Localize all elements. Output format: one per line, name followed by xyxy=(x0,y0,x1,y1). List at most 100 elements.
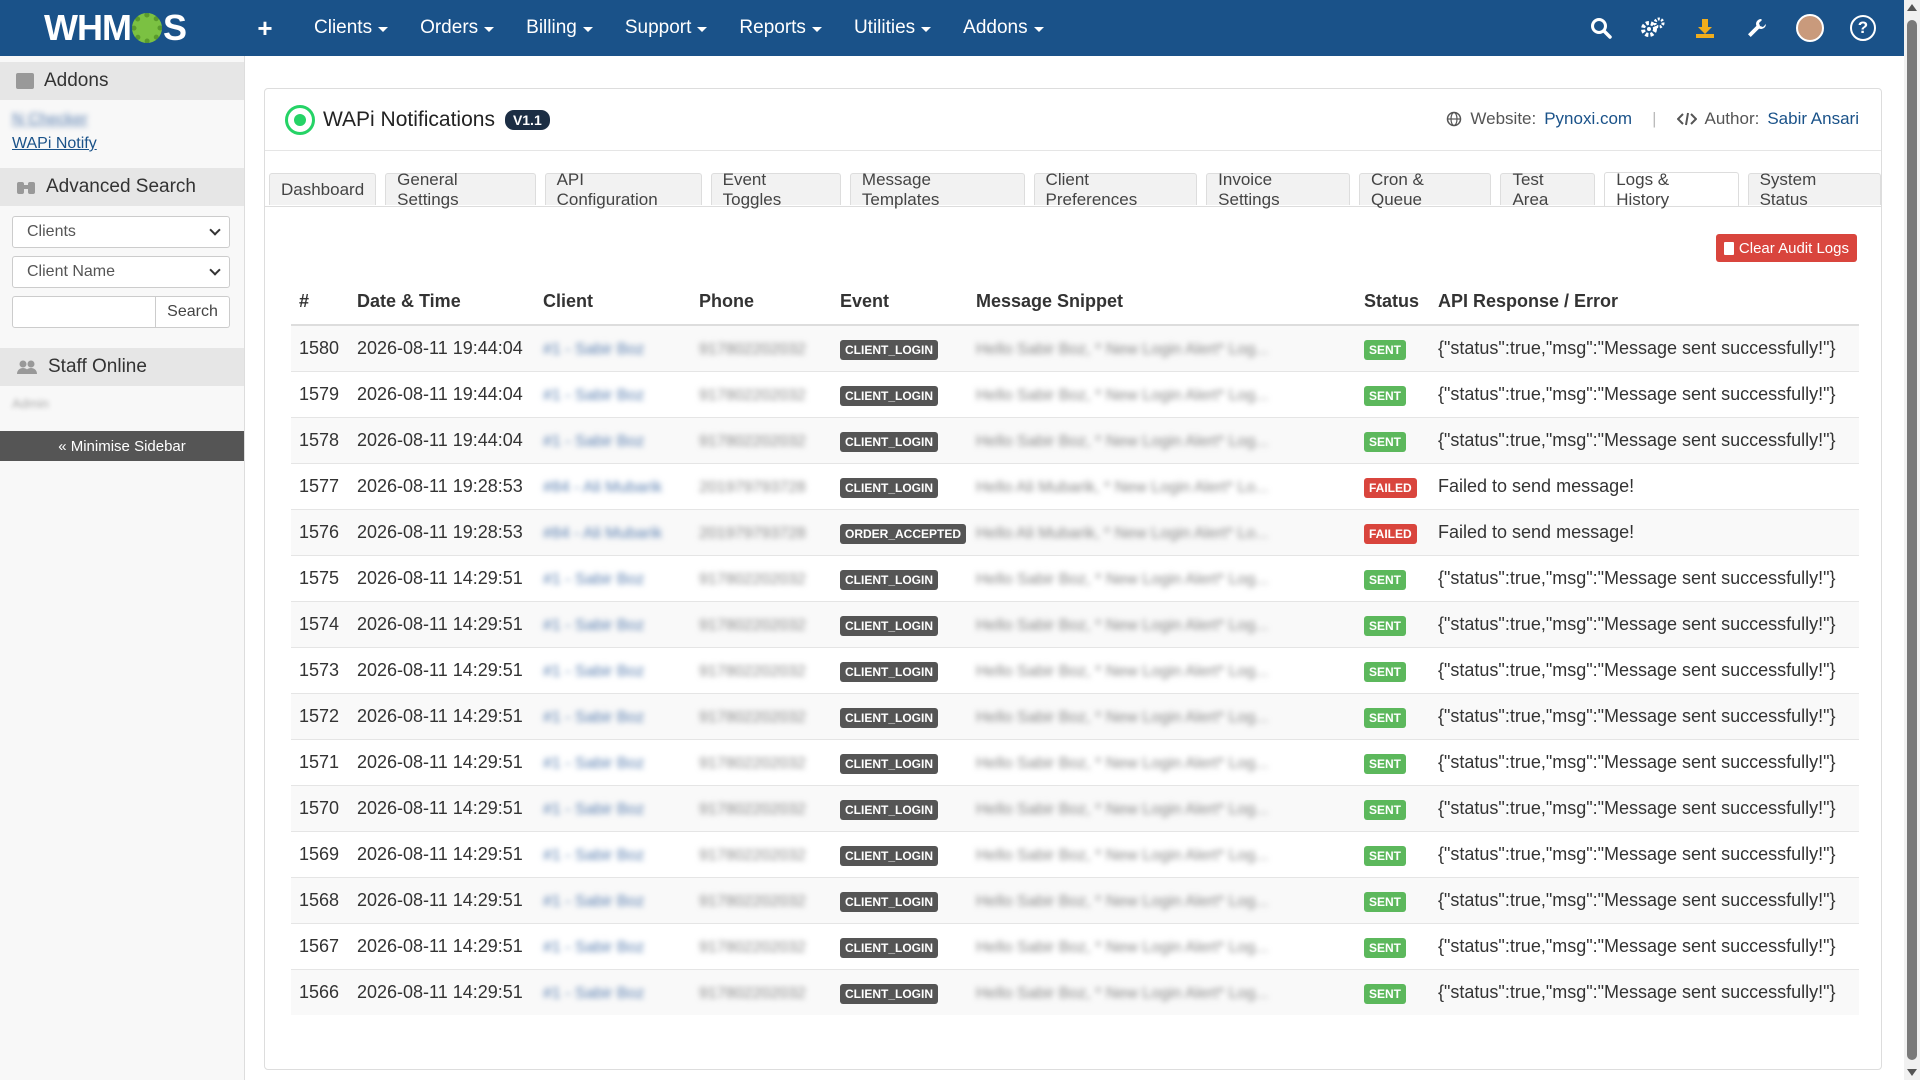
clear-audit-logs-button[interactable]: Clear Audit Logs xyxy=(1715,234,1857,262)
search-input[interactable] xyxy=(12,296,156,328)
col-response[interactable]: API Response / Error xyxy=(1430,279,1859,326)
client-link[interactable]: #1 - Sabir Boz xyxy=(543,985,644,1002)
scroll-up-icon[interactable] xyxy=(1907,4,1917,11)
tab-system-status[interactable]: System Status xyxy=(1747,170,1881,209)
cell-phone: 917802202032 xyxy=(691,692,832,739)
search-icon[interactable] xyxy=(1588,15,1614,41)
client-link[interactable]: #1 - Sabir Boz xyxy=(543,617,644,634)
tab-test-area[interactable]: Test Area xyxy=(1500,170,1596,209)
main-nav: Clients Orders Billing Support Reports U… xyxy=(298,0,1060,56)
cell-status: FAILED xyxy=(1356,508,1430,555)
website-link[interactable]: Pynoxi.com xyxy=(1544,109,1632,129)
cell-message: Hello Sabir Boz, * New Login Alert* Log.… xyxy=(968,600,1356,647)
cell-phone: 917802202032 xyxy=(691,830,832,877)
nav-orders[interactable]: Orders xyxy=(404,0,510,56)
event-badge: CLIENT_LOGIN xyxy=(840,799,939,820)
col-client[interactable]: Client xyxy=(535,279,691,326)
search-button[interactable]: Search xyxy=(156,296,230,328)
col-id[interactable]: # xyxy=(291,279,349,326)
nav-clients[interactable]: Clients xyxy=(298,0,404,56)
client-link[interactable]: #84 - Ali Mubarik xyxy=(543,525,662,542)
search-field-select[interactable]: Client Name xyxy=(12,256,230,288)
cell-id: 1574 xyxy=(291,600,349,647)
cell-date: 2026-08-11 14:29:51 xyxy=(349,692,535,739)
table-row: 1578 2026-08-11 19:44:04 #1 - Sabir Boz 917… xyxy=(291,416,1859,463)
wrench-icon[interactable] xyxy=(1744,15,1770,41)
quick-add-icon[interactable]: + xyxy=(254,13,276,44)
col-date[interactable]: Date & Time xyxy=(349,279,535,326)
cell-id: 1577 xyxy=(291,462,349,509)
col-message[interactable]: Message Snippet xyxy=(968,279,1356,326)
nav-addons[interactable]: Addons xyxy=(947,0,1059,56)
client-link[interactable]: #1 - Sabir Boz xyxy=(543,755,644,772)
cell-id: 1566 xyxy=(291,968,349,1015)
message-snippet: Hello Sabir Boz, * New Login Alert* Log.… xyxy=(976,662,1269,680)
tab-cron-queue[interactable]: Cron & Queue xyxy=(1358,170,1492,209)
nav-label: Addons xyxy=(963,17,1028,38)
client-link[interactable]: #1 - Sabir Boz xyxy=(543,571,644,588)
nav-support[interactable]: Support xyxy=(609,0,724,56)
tab-event-toggles[interactable]: Event Toggles xyxy=(710,170,841,209)
sidebar: Addons N Checker WAPi Notify Advanced Se… xyxy=(0,56,245,1080)
client-link[interactable]: #1 - Sabir Boz xyxy=(543,709,644,726)
table-row: 1575 2026-08-11 14:29:51 #1 - Sabir Boz 917… xyxy=(291,554,1859,601)
addons-title: Addons xyxy=(44,70,109,91)
phone-number: 917802202032 xyxy=(699,616,806,634)
client-link[interactable]: #1 - Sabir Boz xyxy=(543,939,644,956)
nav-utilities[interactable]: Utilities xyxy=(838,0,947,56)
tab-logs-history[interactable]: Logs & History xyxy=(1604,170,1739,209)
tab-invoice-settings[interactable]: Invoice Settings xyxy=(1206,170,1350,209)
binoculars-icon xyxy=(17,182,35,194)
author-link[interactable]: Sabir Ansari xyxy=(1767,109,1859,129)
table-row: 1574 2026-08-11 14:29:51 #1 - Sabir Boz 917… xyxy=(291,600,1859,647)
cell-date: 2026-08-11 19:28:53 xyxy=(349,508,535,555)
cell-phone: 201979793728 xyxy=(691,462,832,509)
tab-message-templates[interactable]: Message Templates xyxy=(849,170,1025,209)
client-link[interactable]: #1 - Sabir Boz xyxy=(543,663,644,680)
message-snippet: Hello Sabir Boz, * New Login Alert* Log.… xyxy=(976,754,1269,772)
col-event[interactable]: Event xyxy=(832,279,968,326)
tab-dashboard[interactable]: Dashboard xyxy=(269,173,377,205)
col-status[interactable]: Status xyxy=(1356,279,1430,326)
cell-response: Failed to send message! xyxy=(1430,462,1859,509)
client-link[interactable]: #1 - Sabir Boz xyxy=(543,387,644,404)
client-link[interactable]: #1 - Sabir Boz xyxy=(543,801,644,818)
nav-reports[interactable]: Reports xyxy=(723,0,838,56)
caret-down-icon xyxy=(378,26,389,32)
client-link[interactable]: #1 - Sabir Boz xyxy=(543,341,644,358)
client-link[interactable]: #84 - Ali Mubarik xyxy=(543,479,662,496)
sidebar-link-wapi-notify[interactable]: WAPi Notify xyxy=(12,132,232,156)
client-link[interactable]: #1 - Sabir Boz xyxy=(543,847,644,864)
nav-label: Billing xyxy=(526,17,577,38)
scrollbar-thumb[interactable] xyxy=(1907,20,1917,1060)
table-row: 1566 2026-08-11 14:29:51 #1 - Sabir Boz 917… xyxy=(291,968,1859,1015)
client-link[interactable]: #1 - Sabir Boz xyxy=(543,433,644,450)
download-icon[interactable] xyxy=(1692,15,1718,41)
cell-client: #1 - Sabir Boz xyxy=(535,600,691,647)
col-phone[interactable]: Phone xyxy=(691,279,832,326)
settings-gears-icon[interactable] xyxy=(1640,15,1666,41)
client-link[interactable]: #1 - Sabir Boz xyxy=(543,893,644,910)
tab-general-settings[interactable]: General Settings xyxy=(385,170,536,209)
cell-phone: 917802202032 xyxy=(691,876,832,923)
cell-status: SENT xyxy=(1356,830,1430,877)
cell-id: 1569 xyxy=(291,830,349,877)
tab-client-preferences[interactable]: Client Preferences xyxy=(1033,170,1198,209)
sidebar-link-addon[interactable]: N Checker xyxy=(12,108,232,132)
page-scrollbar[interactable] xyxy=(1904,0,1920,1080)
message-snippet: Hello Sabir Boz, * New Login Alert* Log.… xyxy=(976,846,1269,864)
whmcs-logo[interactable]: WHM S xyxy=(44,7,202,48)
search-type-select[interactable]: Clients xyxy=(12,216,230,248)
cell-status: SENT xyxy=(1356,416,1430,463)
nav-billing[interactable]: Billing xyxy=(510,0,609,56)
user-avatar[interactable] xyxy=(1796,14,1824,42)
cell-event: CLIENT_LOGIN xyxy=(832,968,968,1015)
tab-api-configuration[interactable]: API Configuration xyxy=(544,170,702,209)
whatsapp-icon xyxy=(285,104,315,135)
cell-response: {"status":true,"msg":"Message sent succe… xyxy=(1430,922,1859,969)
scroll-down-icon[interactable] xyxy=(1907,1069,1917,1076)
minimise-sidebar-button[interactable]: « Minimise Sidebar xyxy=(0,431,244,461)
message-snippet: Hello Sabir Boz, * New Login Alert* Log.… xyxy=(976,984,1269,1002)
status-badge: SENT xyxy=(1364,799,1407,820)
help-icon[interactable]: ? xyxy=(1850,15,1876,41)
